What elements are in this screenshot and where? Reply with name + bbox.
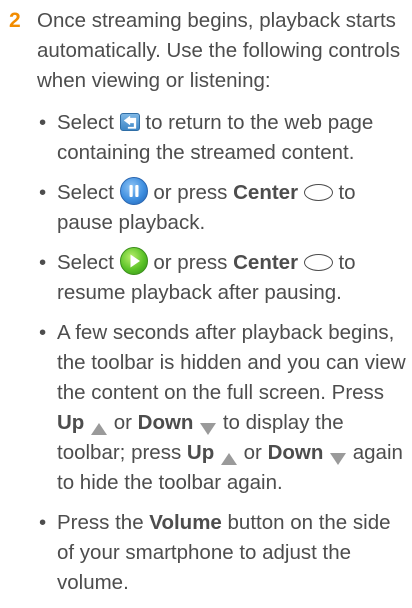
volume-key-label: Volume <box>149 511 222 534</box>
bullet-dot: • <box>39 251 47 274</box>
bullet-dot: • <box>39 111 47 134</box>
down-key-label: Down <box>267 441 324 464</box>
bullet-dot: • <box>39 511 47 534</box>
up-arrow-icon <box>220 445 238 465</box>
bullet-dot: • <box>39 181 47 204</box>
list-item-pause: • Select or press Center to pause playba… <box>37 176 409 238</box>
up-arrow-icon <box>90 415 108 435</box>
bullet-text: Select <box>57 181 120 204</box>
down-arrow-icon <box>329 445 347 465</box>
bullet-text: or <box>237 441 268 464</box>
step-number: 2 <box>9 9 21 32</box>
pause-icon <box>119 176 148 205</box>
bullet-text: Select <box>57 251 120 274</box>
up-key-label: Up <box>186 441 215 464</box>
bullet-text: or press <box>147 181 234 204</box>
up-key-label: Up <box>57 411 85 434</box>
bullet-text: or press <box>147 251 234 274</box>
step-text: Once streaming begins, playback starts a… <box>37 9 401 92</box>
list-item-toolbar: • A few seconds after playback begins, t… <box>37 318 409 498</box>
list-item-back: • Select to return to the web page conta… <box>37 108 409 168</box>
bullet-text: or <box>108 411 138 434</box>
bullet-dot: • <box>39 321 47 344</box>
list-item-volume: • Press the Volume button on the side of… <box>37 508 409 598</box>
center-key-icon <box>303 184 333 202</box>
down-key-label: Down <box>137 411 194 434</box>
back-arrow-icon <box>119 112 140 131</box>
center-key-label: Center <box>233 251 299 274</box>
bullet-text: A few seconds after playback begins, the… <box>57 321 406 404</box>
center-key-label: Center <box>233 181 299 204</box>
controls-list: • Select to return to the web page conta… <box>37 108 409 608</box>
list-item-play: • Select or press Center to resume playb… <box>37 246 409 308</box>
down-arrow-icon <box>199 415 217 435</box>
center-key-icon <box>303 254 333 272</box>
bullet-text: Select <box>57 111 120 134</box>
play-icon <box>119 246 148 275</box>
bullet-text: Press the <box>57 511 150 534</box>
